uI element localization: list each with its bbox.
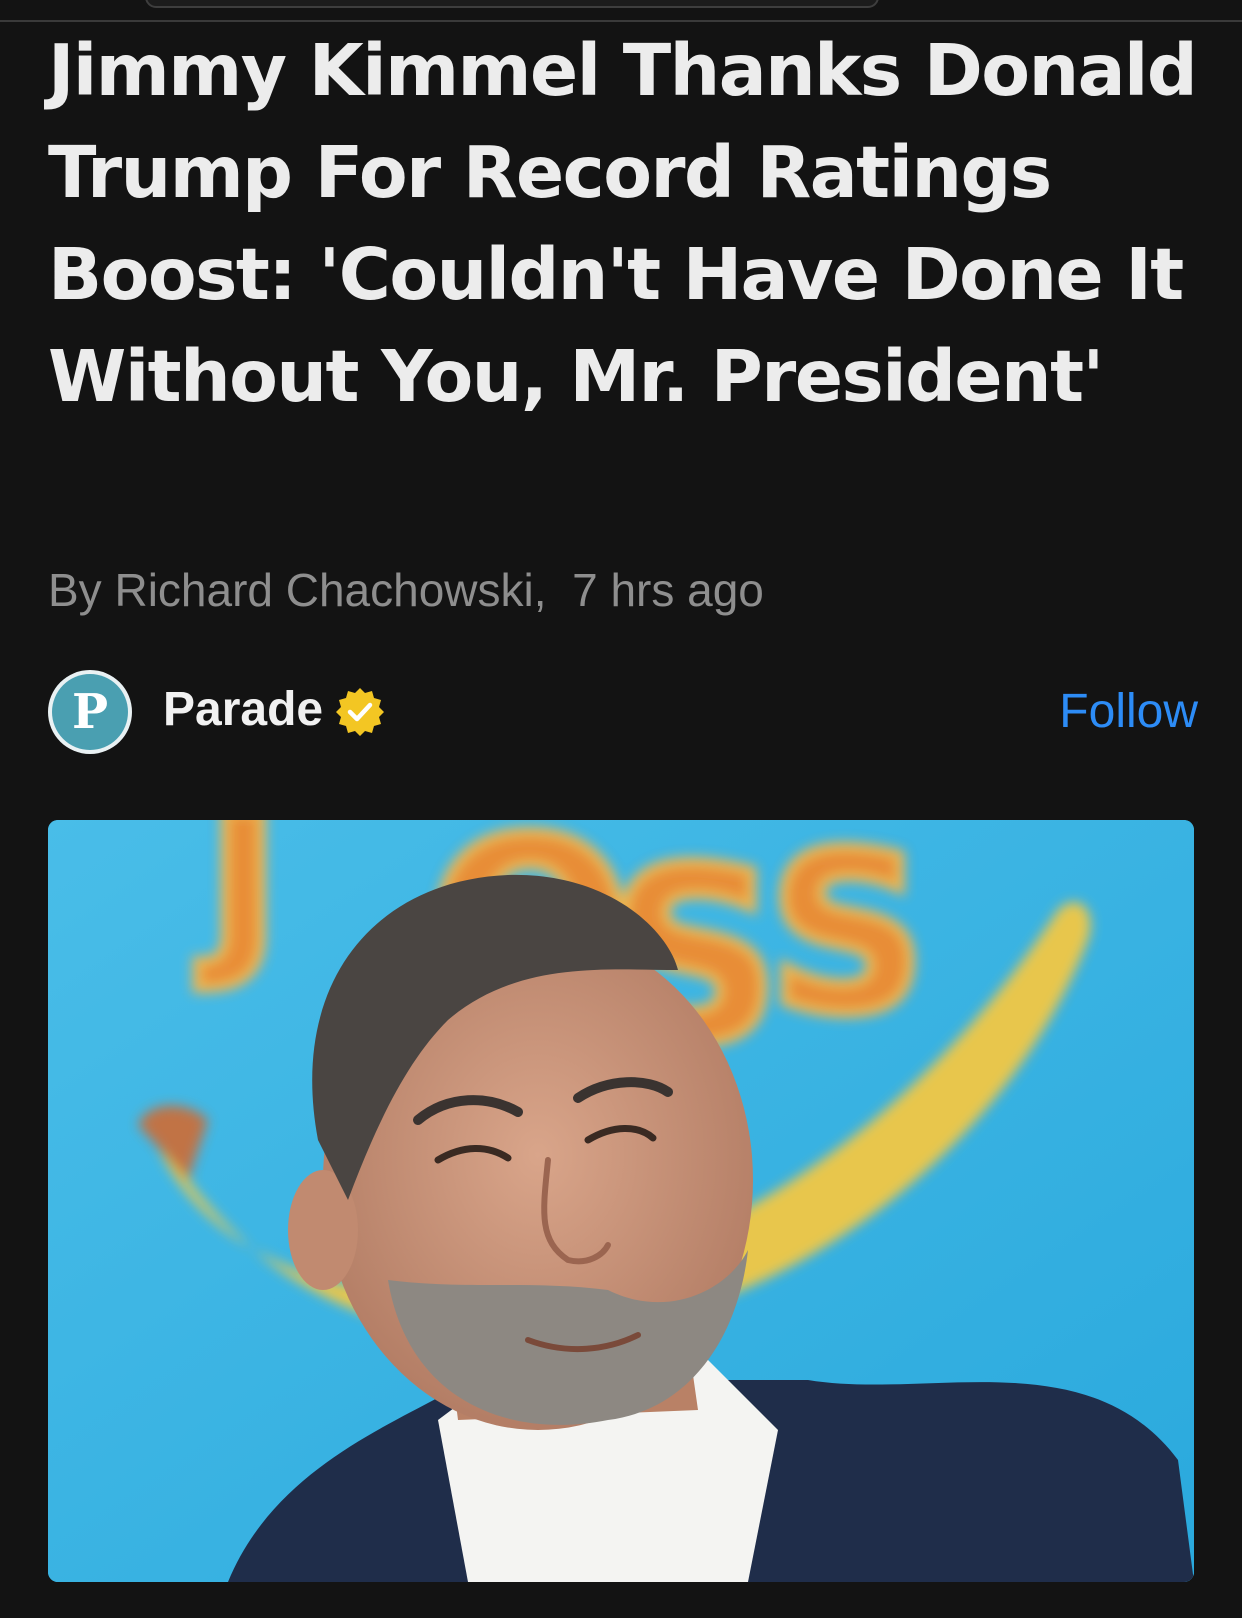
article-headline: Jimmy Kimmel Thanks Donald Trump For Rec… (48, 29, 1198, 418)
publisher-logo-letter: P (52, 674, 128, 750)
hero-photo: J O S S (48, 820, 1194, 1582)
svg-text:S: S (768, 820, 926, 1062)
publisher-logo[interactable]: P (48, 670, 132, 754)
article-hero-image[interactable]: J O S S (48, 820, 1194, 1582)
byline: By Richard Chachowski, 7 hrs ago (48, 560, 764, 620)
timestamp: 7 hrs ago (572, 564, 764, 616)
address-bar[interactable] (145, 0, 879, 8)
byline-prefix: By (48, 564, 102, 616)
author-name[interactable]: Richard Chachowski, (114, 564, 546, 616)
top-bar (0, 0, 1242, 22)
follow-button[interactable]: Follow (1059, 682, 1198, 742)
verified-badge-icon (336, 688, 384, 736)
publisher-row: P Parade Follow (48, 668, 1198, 760)
publisher-name[interactable]: Parade (163, 682, 323, 738)
svg-text:J: J (197, 820, 279, 995)
